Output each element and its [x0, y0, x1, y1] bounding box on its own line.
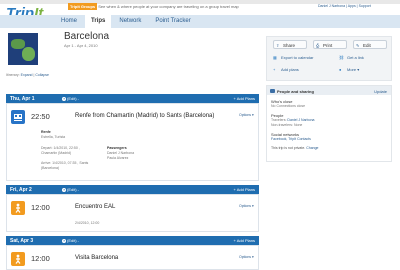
change-privacy-link[interactable]: Change [306, 146, 318, 150]
activity-icon [11, 201, 25, 215]
plan-card-encuentro: 12:00 Encuentro EAL Options ▾ 2/4/2010, … [6, 194, 259, 232]
help-icon: ? [62, 188, 66, 192]
tab-point-tracker[interactable]: Point Tracker [149, 15, 196, 28]
plan-time: 12:00 [31, 254, 50, 263]
print-button[interactable]: ⎙ Print [313, 40, 347, 49]
social-networks-link[interactable]: Facebook, TripIt Contacts [271, 137, 311, 141]
day-header-apr1: Thu, Apr 1 ? (Edit) - + Add Plans [6, 94, 259, 103]
trip-title: Barcelona [64, 31, 110, 42]
plan-title[interactable]: Visita Barcelona [75, 255, 118, 261]
share-button[interactable]: ⇪ Share [273, 40, 307, 49]
plan-title[interactable]: Renfe from Chamartin (Madrid) to Sants (… [75, 113, 214, 119]
plus-icon: + [273, 67, 276, 72]
link-icon: ⛓ [339, 55, 345, 60]
add-plans-link[interactable]: + Add Plans [234, 96, 255, 101]
edit-day-link[interactable]: ? (Edit) - [62, 238, 79, 243]
edit-day-link[interactable]: ? (Edit) - [62, 187, 79, 192]
tab-trips[interactable]: Trips [85, 15, 112, 28]
help-icon: ? [62, 97, 66, 101]
groups-promo[interactable]: TripIt Groups See when & where people at… [68, 3, 239, 10]
add-plans-link[interactable]: + Add Plans [234, 187, 255, 192]
apps-link[interactable]: Apps [348, 4, 356, 8]
plan-card-visita: 12:00 Visita Barcelona Options ▾ [6, 245, 259, 270]
edit-day-link[interactable]: ? (Edit) - [62, 96, 79, 101]
trip-actions-panel: ⇪ Share ⎙ Print ✎ Edit ▦ Export to calendar … [266, 36, 392, 81]
expand-link[interactable]: Expand [21, 73, 33, 77]
more-icon: ● [339, 67, 342, 72]
activity-icon [11, 252, 25, 266]
update-link[interactable]: Update [374, 89, 387, 94]
trip-map-thumbnail [8, 33, 38, 65]
pencil-icon: ✎ [356, 43, 360, 48]
get-link-link[interactable]: ⛓ Get a link [339, 55, 364, 60]
plan-title[interactable]: Encuentro EAL [75, 204, 115, 210]
printer-icon: ⎙ [316, 43, 320, 48]
people-sharing-header: People and sharing Update [267, 86, 391, 95]
main-nav: Home Trips Network Point Tracker [55, 15, 199, 28]
people-sharing-panel: People and sharing Update Who's close No … [266, 85, 392, 162]
itinerary-toggle: Itinerary: Expand | Collapse [6, 73, 49, 77]
support-link[interactable]: Support [359, 4, 371, 8]
plan-time: 22:50 [31, 112, 50, 121]
edit-button[interactable]: ✎ Edit [353, 40, 387, 49]
tab-network[interactable]: Network [113, 15, 147, 28]
options-dropdown[interactable]: Options ▾ [239, 113, 254, 117]
groups-text: See when & where people at your company … [98, 4, 239, 9]
export-calendar-link[interactable]: ▦ Export to calendar [273, 55, 313, 60]
trip-dates: Apr 1 - Apr 4, 2010 [64, 43, 98, 48]
train-icon [11, 110, 25, 124]
plan-date: 2/4/2010, 12:00 [75, 221, 100, 225]
options-dropdown[interactable]: Options ▾ [239, 255, 254, 259]
help-icon: ? [62, 239, 66, 243]
day-header-apr2: Fri, Apr 2 ? (Edit) - + Add Plans [6, 185, 259, 194]
share-icon: ⇪ [276, 43, 280, 48]
more-dropdown[interactable]: ● More ▾ [339, 67, 359, 72]
user-name[interactable]: Daniel J Narbona [318, 4, 345, 8]
people-icon [270, 89, 275, 93]
user-bar: Daniel J Narbona | Apps | Support [318, 4, 371, 8]
plan-card-train: 22:50 Renfe from Chamartin (Madrid) to S… [6, 103, 259, 181]
groups-badge: TripIt Groups [68, 3, 98, 10]
calendar-icon: ▦ [273, 55, 277, 60]
options-dropdown[interactable]: Options ▾ [239, 204, 254, 208]
collapse-link[interactable]: Collapse [35, 73, 49, 77]
plan-time: 12:00 [31, 203, 50, 212]
add-plans-link[interactable]: + Add Plans [234, 238, 255, 243]
traveler-link[interactable]: Daniel J Narbona [287, 118, 314, 122]
tab-home[interactable]: Home [55, 15, 83, 28]
day-header-apr3: Sat, Apr 3 ? (Edit) - + Add Plans [6, 236, 259, 245]
add-plans-side-link[interactable]: + Add plans [273, 67, 299, 72]
